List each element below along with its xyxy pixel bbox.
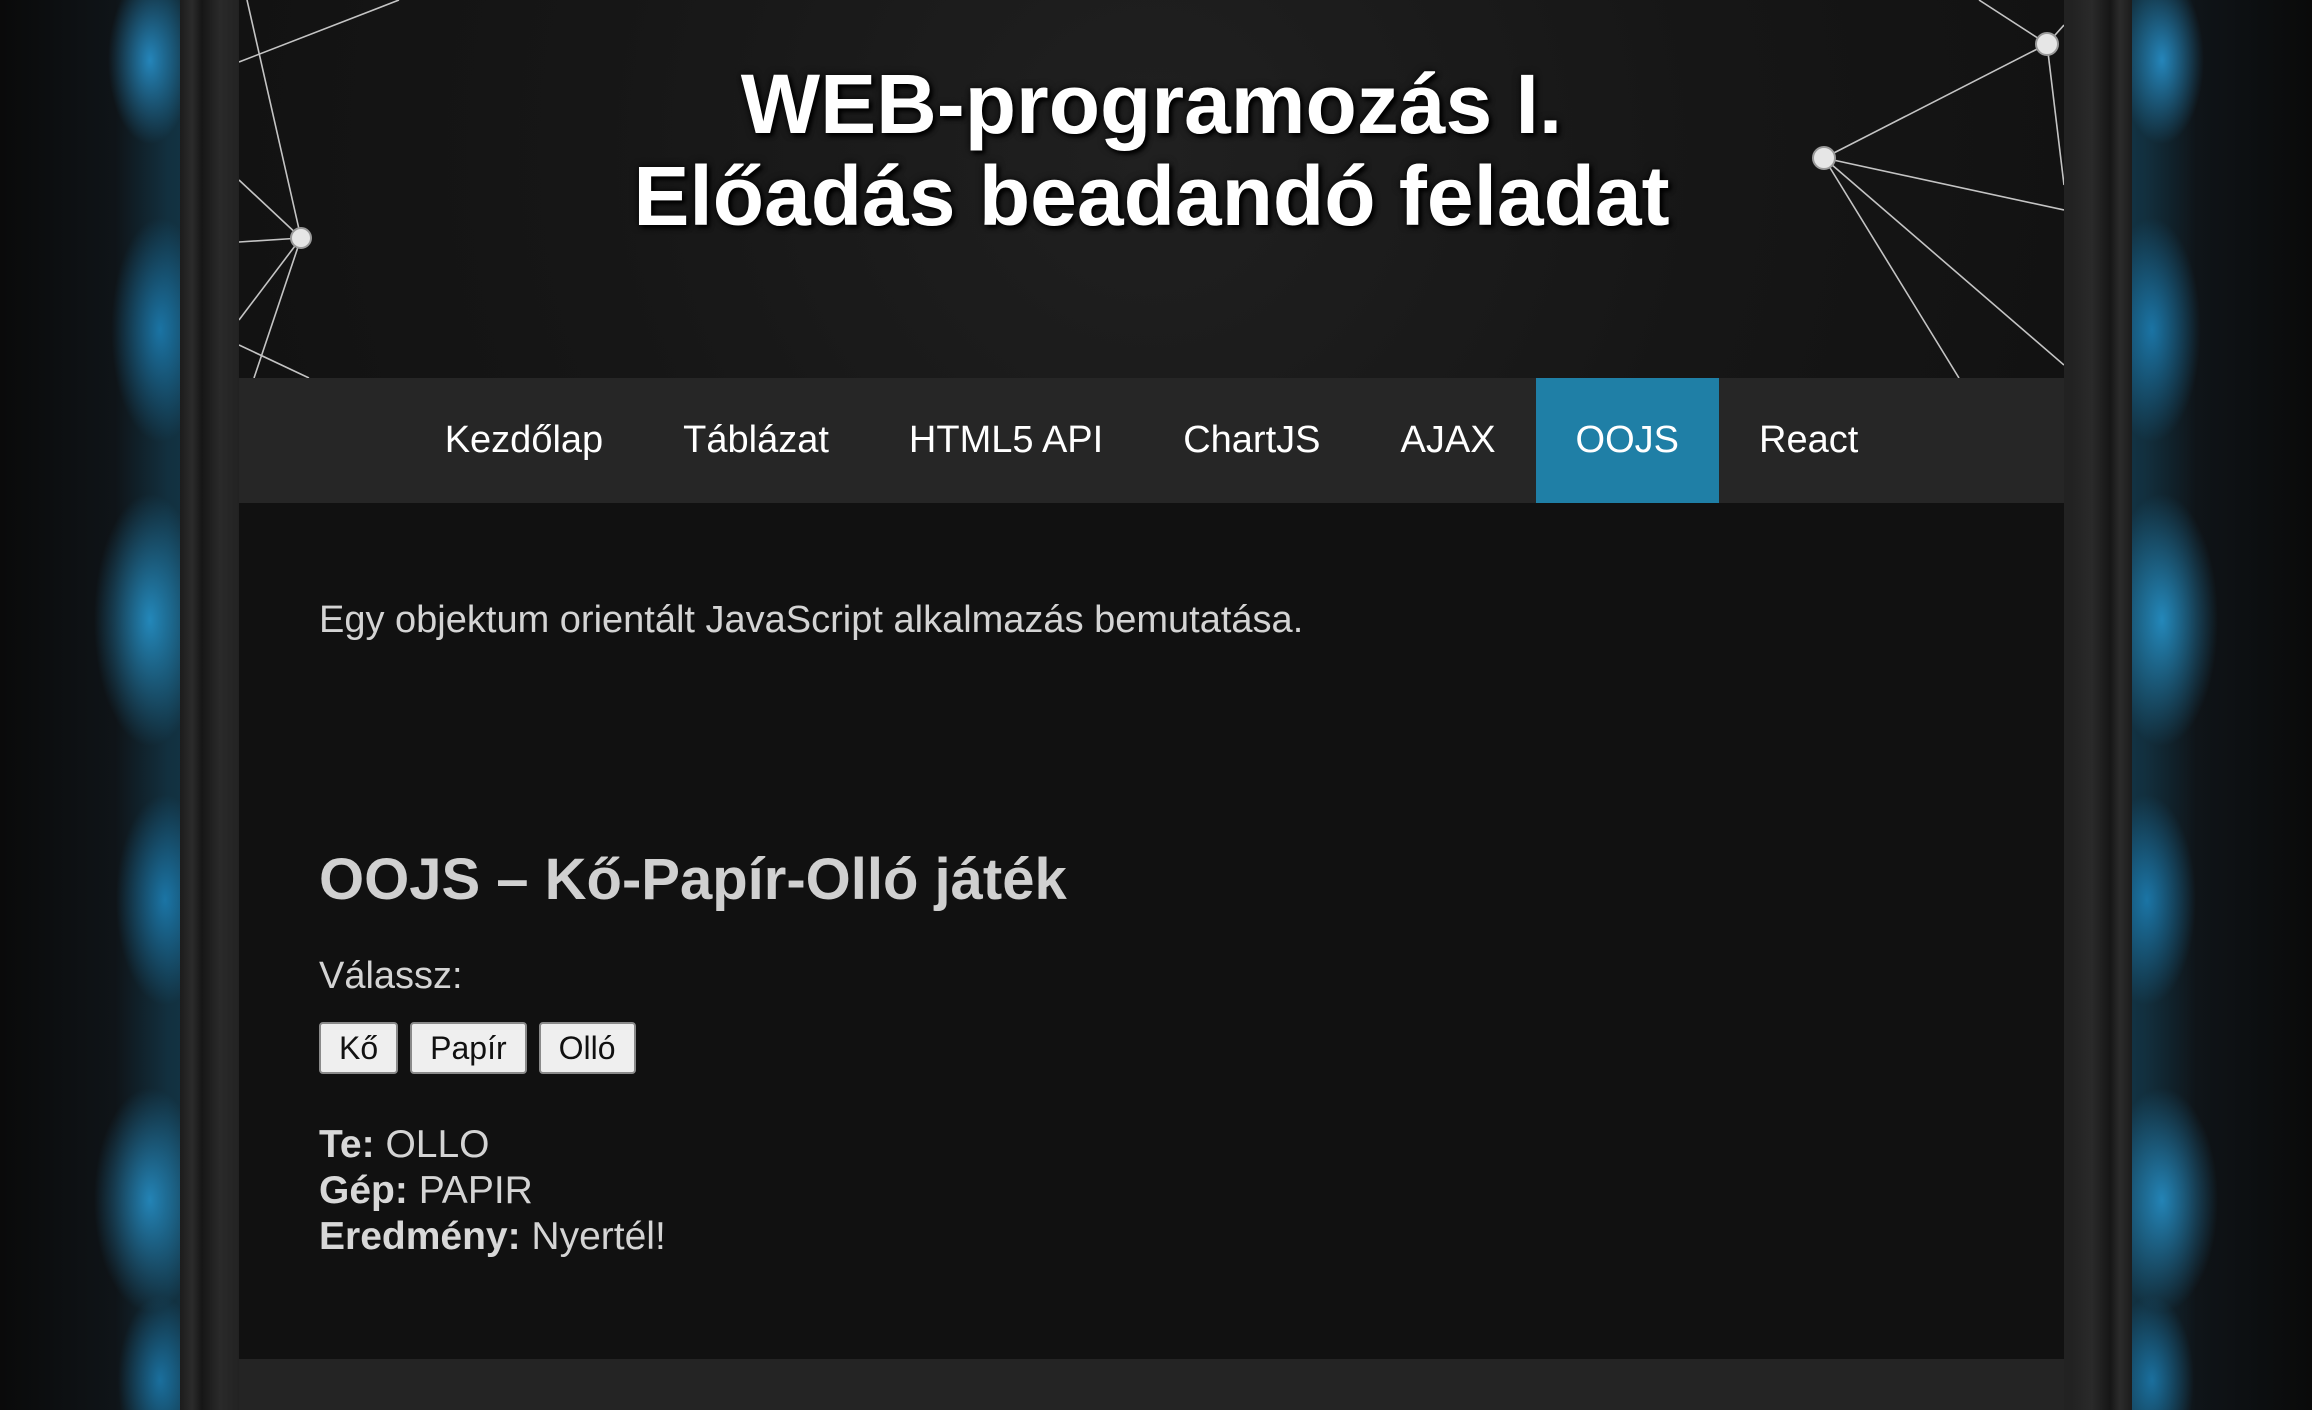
result-value: Nyertél! (531, 1215, 666, 1258)
site-title: WEB-programozás I. Előadás beadandó fela… (239, 58, 2064, 242)
nav-item-chartjs[interactable]: ChartJS (1143, 378, 1360, 503)
left-background-glow (0, 0, 210, 1410)
machine-choice-value: PAPIR (418, 1169, 533, 1212)
nav-item-tablazat[interactable]: Táblázat (643, 378, 869, 503)
result-label: Eredmény: (319, 1215, 521, 1258)
rock-button[interactable]: Kő (319, 1022, 399, 1074)
site-title-line1: WEB-programozás I. (740, 57, 1563, 151)
nav-item-html5-api[interactable]: HTML5 API (869, 378, 1143, 503)
game-title: OOJS – Kő-Papír-Olló játék (319, 847, 1067, 912)
page-container: WEB-programozás I. Előadás beadandó fela… (239, 0, 2064, 1410)
machine-choice-label: Gép: (319, 1169, 408, 1212)
player-choice-label: Te: (319, 1123, 375, 1166)
site-header: WEB-programozás I. Előadás beadandó fela… (239, 0, 2064, 378)
site-title-line2: Előadás beadandó feladat (633, 149, 1670, 243)
results-panel: Te: OLLO Gép: PAPIR Eredmény: Nyertél! (319, 1122, 1984, 1260)
scissors-button[interactable]: Olló (538, 1022, 636, 1074)
choice-buttons: Kő Papír Olló (319, 1022, 1984, 1074)
nav-item-ajax[interactable]: AJAX (1361, 378, 1536, 503)
nav-item-react[interactable]: React (1719, 378, 1898, 503)
result-row: Eredmény: Nyertél! (319, 1214, 1984, 1260)
nav-item-oojs[interactable]: OOJS (1535, 378, 1720, 503)
paper-button[interactable]: Papír (410, 1022, 527, 1074)
player-choice-row: Te: OLLO (319, 1122, 1984, 1168)
player-choice-value: OLLO (385, 1123, 490, 1166)
machine-choice-row: Gép: PAPIR (319, 1168, 1984, 1214)
intro-text: Egy objektum orientált JavaScript alkalm… (319, 599, 1304, 641)
main-nav: Kezdőlap Táblázat HTML5 API ChartJS AJAX… (239, 378, 2064, 503)
main-content: Egy objektum orientált JavaScript alkalm… (239, 503, 2064, 1359)
choose-label: Válassz: (319, 955, 463, 997)
nav-item-kezdolap[interactable]: Kezdőlap (405, 378, 643, 503)
right-background-glow (2102, 0, 2312, 1410)
